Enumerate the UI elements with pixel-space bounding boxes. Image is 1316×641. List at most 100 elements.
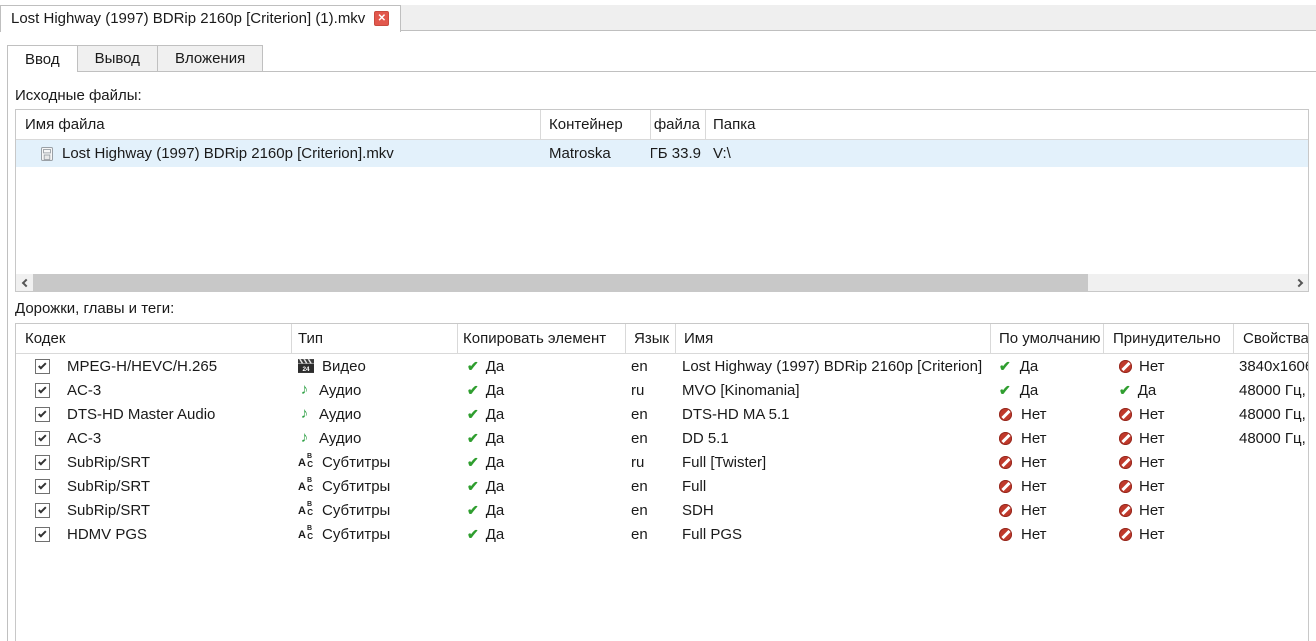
tab-output[interactable]: Вывод	[77, 45, 158, 71]
type-text: Субтитры	[322, 526, 390, 543]
checkmark-icon	[38, 361, 46, 369]
close-tab-icon[interactable]: ✕	[374, 11, 389, 26]
yes-check-icon: ✔	[999, 383, 1011, 397]
codec-cell: HDMV PGS	[16, 522, 292, 546]
col-name[interactable]: Имя	[676, 324, 991, 353]
subtitles-icon-c: C	[307, 509, 313, 517]
col-codec[interactable]: Кодек	[16, 324, 292, 353]
source-file-row[interactable]: Lost Highway (1997) BDRip 2160p [Criteri…	[16, 140, 1308, 167]
language-cell: ru	[626, 450, 676, 474]
checkmark-icon	[38, 481, 46, 489]
source-files-label: Исходные файлы:	[15, 87, 142, 104]
folder-cell: V:\	[706, 140, 1308, 167]
subtitles-icon-c: C	[307, 461, 313, 469]
container-cell: Matroska	[541, 140, 651, 167]
yes-check-icon: ✔	[467, 503, 479, 517]
codec-cell: DTS-HD Master Audio	[16, 402, 292, 426]
track-enabled-checkbox[interactable]	[35, 383, 50, 398]
forced-text: Нет	[1139, 406, 1165, 423]
col-container[interactable]: Контейнер	[541, 110, 651, 139]
col-copy-item[interactable]: Копировать элемент	[458, 324, 626, 353]
language-cell: en	[626, 426, 676, 450]
forced-text: Нет	[1139, 478, 1165, 495]
copy-item-cell: ✔ Да	[458, 402, 626, 426]
checkmark-icon	[38, 457, 46, 465]
properties-cell	[1234, 474, 1308, 498]
col-properties[interactable]: Свойства	[1234, 324, 1308, 353]
no-sign-icon	[1119, 456, 1132, 469]
file-tab-title: Lost Highway (1997) BDRip 2160p [Criteri…	[11, 10, 365, 27]
track-name-cell: Full PGS	[676, 522, 991, 546]
no-sign-icon	[1119, 504, 1132, 517]
type-text: Субтитры	[322, 502, 390, 519]
track-row[interactable]: HDMV PGS 24 ♪ A B C Субтитры ✔ Да en Ful…	[16, 522, 1308, 546]
source-files-table: Имя файла Контейнер Размер файла Папка L…	[15, 109, 1309, 292]
checkmark-icon	[38, 529, 46, 537]
copy-item-text: Да	[486, 358, 505, 375]
copy-item-text: Да	[486, 430, 505, 447]
copy-item-cell: ✔ Да	[458, 450, 626, 474]
forced-text: Нет	[1139, 526, 1165, 543]
col-file-size[interactable]: Размер файла	[651, 110, 706, 139]
track-name-cell: DTS-HD MA 5.1	[676, 402, 991, 426]
track-enabled-checkbox[interactable]	[35, 479, 50, 494]
forced-cell: Нет	[1104, 402, 1234, 426]
track-row[interactable]: AC-3 24 ♪ A B C Аудио ✔ Да en DD 5.1	[16, 426, 1308, 450]
col-type[interactable]: Тип	[292, 324, 458, 353]
track-enabled-checkbox[interactable]	[35, 527, 50, 542]
default-cell: ✔ Да	[991, 354, 1104, 378]
copy-item-cell: ✔ Да	[458, 474, 626, 498]
track-enabled-checkbox[interactable]	[35, 503, 50, 518]
copy-item-cell: ✔ Да	[458, 426, 626, 450]
copy-item-text: Да	[486, 382, 505, 399]
type-text: Аудио	[319, 430, 361, 447]
copy-item-text: Да	[486, 454, 505, 471]
subtitles-icon-a: A	[298, 458, 306, 469]
track-row[interactable]: SubRip/SRT 24 ♪ A B C Субтитры ✔ Да en F…	[16, 474, 1308, 498]
col-default[interactable]: По умолчанию	[991, 324, 1104, 353]
mkvtoolnix-window: Lost Highway (1997) BDRip 2160p [Criteri…	[0, 0, 1316, 641]
horizontal-scrollbar[interactable]	[16, 274, 1308, 291]
no-sign-icon	[1119, 480, 1132, 493]
subtitles-icon-a: A	[298, 482, 306, 493]
copy-item-text: Да	[486, 406, 505, 423]
file-tab[interactable]: Lost Highway (1997) BDRip 2160p [Criteri…	[0, 5, 401, 32]
scroll-right-button[interactable]	[1291, 274, 1308, 291]
yes-check-icon: ✔	[1119, 383, 1131, 397]
col-folder[interactable]: Папка	[706, 110, 1308, 139]
track-row[interactable]: MPEG-H/HEVC/H.265 24 ♪ A B C Видео ✔ Да …	[16, 354, 1308, 378]
language-cell: en	[626, 402, 676, 426]
track-enabled-checkbox[interactable]	[35, 431, 50, 446]
tab-attachments[interactable]: Вложения	[157, 45, 263, 71]
copy-item-text: Да	[486, 478, 505, 495]
scroll-left-button[interactable]	[16, 274, 33, 291]
track-enabled-checkbox[interactable]	[35, 359, 50, 374]
yes-check-icon: ✔	[999, 359, 1011, 373]
col-file-name[interactable]: Имя файла	[16, 110, 541, 139]
scrollbar-track[interactable]	[33, 274, 1291, 291]
codec-cell: SubRip/SRT	[16, 450, 292, 474]
col-language[interactable]: Язык	[626, 324, 676, 353]
track-name-cell: MVO [Kinomania]	[676, 378, 991, 402]
col-forced[interactable]: Принудительно	[1104, 324, 1234, 353]
subtitles-icon: A B C	[298, 479, 314, 493]
codec-text: SubRip/SRT	[67, 478, 150, 495]
track-enabled-checkbox[interactable]	[35, 455, 50, 470]
track-row[interactable]: AC-3 24 ♪ A B C Аудио ✔ Да ru MVO [Kinom…	[16, 378, 1308, 402]
default-cell: Нет	[991, 450, 1104, 474]
tab-input[interactable]: Ввод	[7, 45, 78, 72]
no-sign-icon	[999, 528, 1012, 541]
codec-cell: SubRip/SRT	[16, 498, 292, 522]
forced-cell: Нет	[1104, 354, 1234, 378]
checkmark-icon	[38, 409, 46, 417]
track-row[interactable]: SubRip/SRT 24 ♪ A B C Субтитры ✔ Да en S…	[16, 498, 1308, 522]
language-cell: en	[626, 498, 676, 522]
track-row[interactable]: SubRip/SRT 24 ♪ A B C Субтитры ✔ Да ru F…	[16, 450, 1308, 474]
no-sign-icon	[999, 456, 1012, 469]
scrollbar-thumb[interactable]	[33, 274, 1088, 291]
type-cell: 24 ♪ A B C Аудио	[292, 426, 458, 450]
track-enabled-checkbox[interactable]	[35, 407, 50, 422]
track-row[interactable]: DTS-HD Master Audio 24 ♪ A B C Аудио ✔ Д…	[16, 402, 1308, 426]
codec-text: HDMV PGS	[67, 526, 147, 543]
copy-item-cell: ✔ Да	[458, 522, 626, 546]
